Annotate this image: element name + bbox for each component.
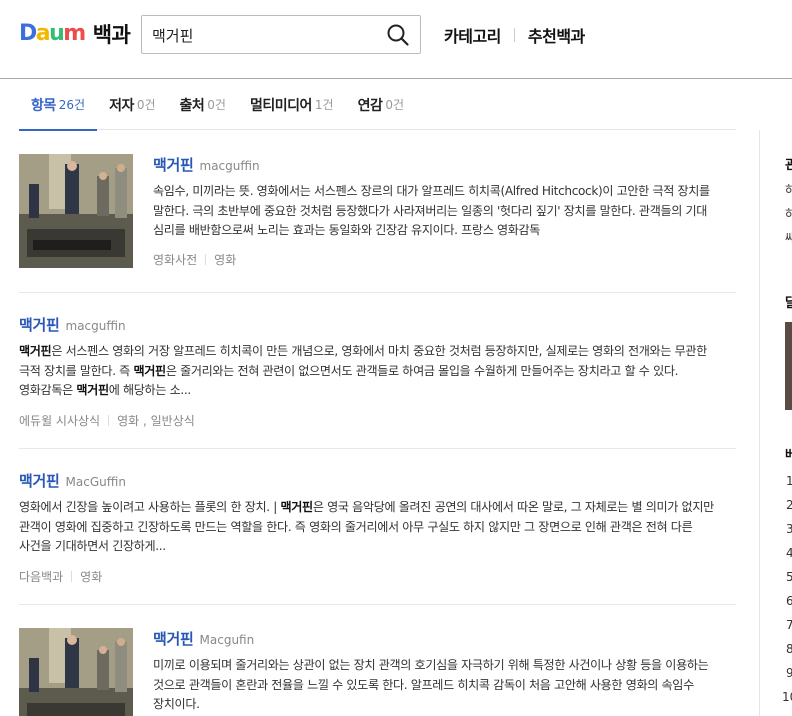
result-category[interactable]: 영화 — [80, 568, 102, 585]
result-item: 맥거핀 Macgufin 미끼로 이용되며 줄거리와는 상관이 없는 장치 관객… — [19, 628, 736, 716]
rank-number[interactable]: 4 — [786, 546, 792, 560]
result-meta: 영화사전 영화 — [153, 251, 736, 268]
result-eng-title: macguffin — [65, 319, 126, 333]
nav-divider — [513, 28, 515, 42]
result-item: 맥거핀 macguffin 속임수, 미끼라는 뜻. 영화에서는 서스펜스 장르… — [19, 154, 736, 293]
result-item: 맥거핀 macguffin 맥거핀은 서스펜스 영화의 거장 알프레드 히치콕이… — [19, 314, 736, 449]
tab-count: 0건 — [136, 98, 156, 112]
result-title[interactable]: 맥거핀 — [19, 314, 60, 335]
tab-sources[interactable]: 출처 0건 — [180, 79, 226, 130]
side-heading-clipped: 베 — [785, 448, 792, 463]
result-meta: 에듀윌 시사상식 영화 , 일반상식 — [19, 412, 719, 429]
result-thumbnail[interactable] — [19, 628, 133, 716]
tab-count: 0건 — [207, 98, 226, 112]
result-category[interactable]: 영화 , 일반상식 — [117, 412, 195, 429]
meta-divider — [205, 253, 207, 265]
keyword-highlight: 맥거핀 — [19, 344, 52, 358]
result-title[interactable]: 맥거핀 — [153, 154, 194, 175]
result-source[interactable]: 영화사전 — [153, 251, 197, 268]
result-tabs: 항목 26건 저자 0건 출처 0건 멀티미디어 1건 연감 0건 — [19, 79, 736, 131]
tab-label: 연감 — [357, 97, 383, 114]
rank-number[interactable]: 8 — [786, 642, 792, 656]
keyword-highlight: 맥거핀 — [280, 500, 313, 514]
rank-number[interactable]: 7 — [786, 618, 792, 632]
column-divider — [759, 130, 760, 716]
rank-number[interactable]: 10 — [782, 690, 792, 704]
tab-authors[interactable]: 저자 0건 — [109, 79, 155, 130]
nav-category[interactable]: 카테고리 — [444, 23, 501, 47]
result-eng-title: Macgufin — [199, 633, 255, 647]
rank-number[interactable]: 6 — [786, 594, 792, 608]
search-box — [141, 15, 421, 54]
meta-divider — [71, 570, 73, 582]
result-content: 맥거핀 Macgufin 미끼로 이용되며 줄거리와는 상관이 없는 장치 관객… — [153, 628, 736, 715]
result-description: 속임수, 미끼라는 뜻. 영화에서는 서스펜스 장르의 대가 알프레드 히치콕(… — [153, 184, 710, 237]
result-eng-title: MacGuffin — [65, 475, 126, 489]
tab-label: 출처 — [179, 97, 205, 114]
tab-items[interactable]: 항목 26건 — [19, 79, 98, 131]
result-meta: 다음백과 영화 — [19, 568, 719, 585]
nav-recommended[interactable]: 추천백과 — [528, 23, 585, 47]
result-description: 영화에서 긴장을 높이려고 사용하는 플롯의 한 장치. | 맥거핀은 영국 음… — [19, 498, 719, 557]
tab-label: 저자 — [109, 97, 134, 114]
side-text-clipped: 하 — [785, 183, 792, 197]
service-name[interactable]: 백과 — [93, 19, 131, 49]
search-input[interactable] — [152, 24, 372, 46]
result-item: 맥거핀 MacGuffin 영화에서 긴장을 높이려고 사용하는 플롯의 한 장… — [19, 470, 736, 605]
daum-wordmark: Daum — [19, 21, 86, 46]
result-source[interactable]: 다음백과 — [19, 568, 63, 585]
result-title[interactable]: 맥거핀 — [19, 470, 60, 491]
result-description: 미끼로 이용되며 줄거리와는 상관이 없는 장치 관객의 호기심을 자극하기 위… — [153, 658, 709, 711]
tab-count: 26건 — [58, 98, 86, 112]
side-heading-clipped: 달 — [785, 296, 792, 311]
tab-label: 멀티미디어 — [249, 97, 312, 114]
tab-label: 항목 — [31, 97, 56, 114]
result-category[interactable]: 영화 — [214, 251, 236, 268]
side-image-clipped[interactable] — [785, 322, 792, 410]
top-nav: 카테고리 추천백과 — [444, 23, 585, 47]
desc-text: 영화에서 긴장을 높이려고 사용하는 플롯의 한 장치. | — [19, 500, 281, 514]
keyword-highlight: 맥거핀 — [76, 383, 109, 397]
tab-multimedia[interactable]: 멀티미디어 1건 — [250, 79, 334, 130]
film-still-image — [19, 154, 133, 268]
side-text-clipped: 하 — [785, 207, 792, 221]
header: Daum 백과 카테고리 추천백과 — [0, 0, 792, 79]
tab-count: 1건 — [314, 98, 334, 112]
result-content: 맥거핀 macguffin 맥거핀은 서스펜스 영화의 거장 알프레드 히치콕이… — [19, 314, 719, 429]
keyword-highlight: 맥거핀 — [133, 363, 166, 378]
rank-number[interactable]: 9 — [786, 666, 792, 680]
rank-number[interactable]: 5 — [786, 570, 792, 584]
result-source[interactable]: 에듀윌 시사상식 — [19, 412, 100, 429]
desc-text: 에 해당하는 소... — [108, 383, 191, 397]
side-heading-clipped: 관 — [785, 158, 792, 173]
daum-logo[interactable]: Daum 백과 — [19, 19, 131, 49]
tab-yearbook[interactable]: 연감 0건 — [358, 79, 404, 130]
rank-number[interactable]: 1 — [786, 474, 792, 488]
film-still-image — [19, 628, 133, 716]
search-button[interactable] — [386, 23, 410, 47]
result-content: 맥거핀 MacGuffin 영화에서 긴장을 높이려고 사용하는 플롯의 한 장… — [19, 470, 719, 585]
result-thumbnail[interactable] — [19, 154, 133, 268]
result-eng-title: macguffin — [199, 159, 260, 173]
rank-number[interactable]: 2 — [786, 498, 792, 512]
result-description: 맥거핀은 서스펜스 영화의 거장 알프레드 히치콕이 만든 개념으로, 영화에서… — [19, 342, 719, 401]
rank-number[interactable]: 3 — [786, 522, 792, 536]
result-title[interactable]: 맥거핀 — [153, 628, 194, 649]
tab-count: 0건 — [385, 98, 405, 112]
result-content: 맥거핀 macguffin 속임수, 미끼라는 뜻. 영화에서는 서스펜스 장르… — [153, 154, 736, 268]
side-text-clipped: 쌔 — [785, 231, 792, 245]
search-icon — [387, 24, 409, 46]
meta-divider — [108, 414, 110, 426]
